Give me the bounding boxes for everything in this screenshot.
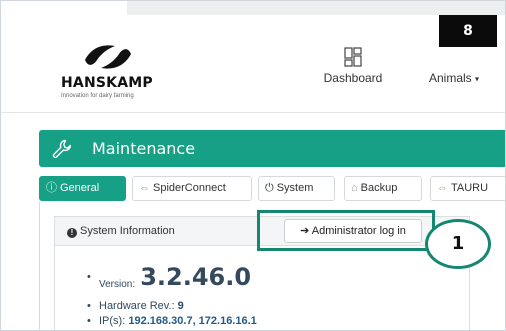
ip-label: IP(s): [99,315,126,327]
wrench-icon [52,139,72,159]
tab-general[interactable]: ⓘ General [39,176,126,201]
callout-number: 1 [425,219,491,269]
link-icon: ⇔ [139,182,150,194]
tab-system-label: System [276,182,314,194]
tab-spiderconnect-label: SpiderConnect [153,182,226,194]
ip-value: 192.168.30.7, 172.16.16.1 [128,315,257,327]
version-value: 3.2.46.0 [140,263,252,291]
version-row: Version: 3.2.46.0 [87,263,257,291]
power-icon: ⏻ [265,182,274,194]
tab-backup[interactable]: ⌂ Backup [344,176,422,201]
nav-dashboard-label: Dashboard [323,71,383,85]
ip-row: IP(s): 192.168.30.7, 172.16.16.1 [87,314,257,329]
brand-name: HANSKAMP [61,75,153,91]
top-strip [127,1,505,15]
administrator-login-button[interactable]: ➔ Administrator log in [284,219,422,243]
backup-drive-icon: ⌂ [351,182,358,194]
info-icon: ! [67,228,77,238]
tab-tauru-label: TAURU [451,182,489,194]
tab-general-label: General [60,182,100,194]
info-circle-icon: ⓘ [46,182,57,194]
sign-in-icon: ➔ [300,225,310,237]
hanskamp-logo-mark-icon [85,45,131,69]
step-badge: 8 [439,15,497,47]
system-info-list: Version: 3.2.46.0 Hardware Rev.: 9 IP(s)… [87,263,257,329]
nav-dashboard[interactable]: Dashboard [318,47,388,85]
panel-title: Maintenance [92,139,196,158]
tab-system[interactable]: ⏻ System [258,176,335,201]
navbar: HANSKAMP Innovation for dairy farming Da… [1,15,505,113]
tab-tauru[interactable]: ⇔ TAURU [430,176,505,201]
chevron-down-icon: ▾ [475,74,480,84]
version-label: Version: [99,279,136,290]
hardware-row: Hardware Rev.: 9 [87,299,257,314]
maintenance-panel-header: Maintenance [39,130,505,167]
link-icon: ⇔ [437,182,448,194]
dashboard-grid-icon [344,47,362,67]
brand-logo[interactable]: HANSKAMP Innovation for dairy farming [61,43,181,103]
nav-animals[interactable]: Animals ▾ [429,59,499,85]
tab-backup-label: Backup [360,182,398,194]
hardware-label: Hardware Rev.: [99,300,175,312]
system-info-title: System Information [80,225,175,237]
nav-animals-label: Animals [429,71,472,85]
tab-spiderconnect[interactable]: ⇔ SpiderConnect [132,176,252,201]
hardware-value: 9 [177,300,184,312]
app-viewport: HANSKAMP Innovation for dairy farming Da… [0,0,506,331]
administrator-login-label: Administrator log in [311,225,406,237]
brand-tagline: Innovation for dairy farming [61,93,134,99]
maintenance-tabs: ⓘ General ⇔ SpiderConnect ⏻ System ⌂ Backup … [39,176,505,202]
